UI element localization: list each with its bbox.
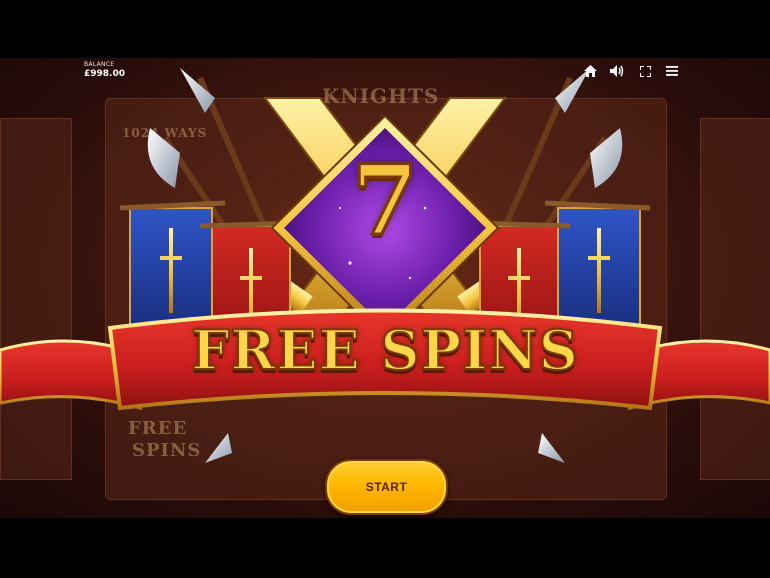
home-icon[interactable]	[583, 64, 597, 78]
volume-icon[interactable]	[610, 64, 624, 78]
game-area: KNIGHTS 1024 WAYS FREE SPINS 7 FREE SPIN…	[0, 58, 770, 518]
start-button-label: START	[365, 480, 408, 494]
start-button[interactable]: START	[325, 459, 448, 515]
spear-tip-left-icon	[205, 433, 232, 463]
balance-display: BALANCE £998.00	[84, 62, 125, 79]
spear-tip-right-icon	[538, 433, 565, 463]
game-viewport: KNIGHTS 1024 WAYS FREE SPINS 7 FREE SPIN…	[0, 0, 770, 578]
balance-value: £998.00	[84, 69, 125, 79]
menu-icon[interactable]	[665, 64, 679, 78]
free-spins-emblem	[0, 68, 770, 463]
fullscreen-icon[interactable]	[638, 64, 652, 78]
balance-label: BALANCE	[84, 61, 115, 68]
free-spins-title: FREE SPINS	[190, 318, 579, 382]
free-spins-count: 7	[350, 144, 420, 257]
